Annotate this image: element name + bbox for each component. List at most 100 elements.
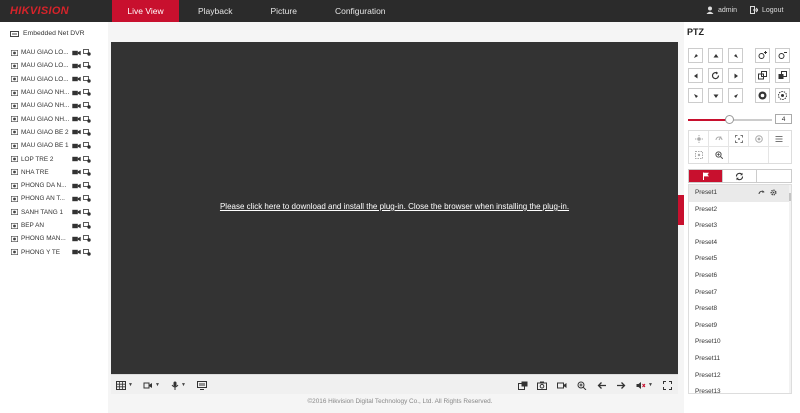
record-icon[interactable]	[72, 156, 81, 162]
zoom-in-button[interactable]	[755, 48, 770, 63]
call-preset-icon[interactable]	[758, 189, 765, 196]
device-node[interactable]: Embedded Net DVR	[10, 30, 85, 37]
ptz-down-left-button[interactable]	[688, 88, 703, 103]
ptz-control-icon[interactable]	[83, 142, 91, 149]
channel-item[interactable]: PHONG MAN...	[11, 232, 91, 245]
record-icon[interactable]	[72, 196, 81, 202]
digital-zoom-button[interactable]	[577, 380, 587, 390]
ptz-control-icon[interactable]	[83, 168, 91, 176]
preset-item[interactable]: Preset11	[689, 351, 791, 368]
logout-button[interactable]: Logout	[750, 6, 783, 14]
ptz-down-button[interactable]	[708, 88, 723, 103]
manual-tracking-button[interactable]	[689, 147, 709, 163]
lens-init-button[interactable]	[749, 131, 769, 147]
ptz-control-icon[interactable]	[83, 182, 91, 189]
stream-type-button[interactable]: ▼	[143, 380, 160, 390]
volume-button[interactable]: ▼	[636, 380, 653, 390]
focus-far-button[interactable]	[775, 68, 790, 83]
ptz-control-icon[interactable]	[83, 129, 91, 136]
channel-item[interactable]: MAU GIAO LO...	[11, 59, 91, 72]
nav-picture[interactable]: Picture	[252, 0, 316, 22]
preset-item[interactable]: Preset9	[689, 318, 791, 335]
ptz-auto-button[interactable]	[708, 68, 723, 83]
ptz-control-icon[interactable]	[83, 89, 91, 96]
gear-icon[interactable]	[770, 189, 777, 196]
plugin-download-link[interactable]: Please click here to download and instal…	[111, 202, 678, 211]
record-icon[interactable]	[72, 223, 81, 229]
record-icon[interactable]	[72, 63, 81, 69]
record-icon[interactable]	[72, 103, 81, 109]
ptz-control-icon[interactable]	[83, 248, 91, 256]
channel-item[interactable]: SANH TANG 1	[11, 206, 91, 219]
preset-scrollbar-thumb[interactable]	[789, 193, 791, 201]
iris-open-button[interactable]	[755, 88, 770, 103]
nav-playback[interactable]: Playback	[179, 0, 252, 22]
channel-item[interactable]: PHONG Y TE	[11, 245, 91, 258]
record-icon[interactable]	[72, 209, 81, 215]
preset-item[interactable]: Preset8	[689, 301, 791, 318]
ptz-speed-slider-handle[interactable]	[725, 115, 734, 124]
preset-item[interactable]: Preset3	[689, 218, 791, 235]
record-icon[interactable]	[72, 143, 81, 149]
preset-item[interactable]: Preset4	[689, 235, 791, 252]
ptz-control-icon[interactable]	[83, 195, 91, 203]
channel-item[interactable]: MAU GIAO NH...	[11, 99, 91, 112]
ptz-control-icon[interactable]	[83, 208, 91, 216]
vca-button[interactable]	[197, 380, 207, 390]
ptz-control-icon[interactable]	[83, 49, 91, 56]
record-icon[interactable]	[72, 236, 81, 242]
audio-button[interactable]: ▼	[171, 380, 186, 390]
channel-item[interactable]: LOP TRE 2	[11, 152, 91, 165]
iris-close-button[interactable]	[775, 88, 790, 103]
channel-item[interactable]: NHA TRE	[11, 166, 91, 179]
ptz-control-icon[interactable]	[83, 75, 91, 83]
window-division-button[interactable]: ▼	[116, 380, 133, 390]
ptz-control-icon[interactable]	[83, 115, 91, 123]
focus-near-button[interactable]	[755, 68, 770, 83]
ptz-control-icon[interactable]	[83, 235, 91, 242]
user-menu[interactable]: admin	[706, 6, 737, 14]
preset-item[interactable]: Preset5	[689, 251, 791, 268]
ptz-up-left-button[interactable]	[688, 48, 703, 63]
channel-item[interactable]: MAU GIAO BE 1	[11, 139, 91, 152]
record-button[interactable]	[557, 380, 567, 390]
nav-live-view[interactable]: Live View	[112, 0, 179, 22]
video-window[interactable]: Please click here to download and instal…	[111, 42, 678, 374]
preset-item[interactable]: Preset7	[689, 285, 791, 302]
record-icon[interactable]	[72, 116, 81, 122]
record-icon[interactable]	[72, 90, 81, 96]
record-icon[interactable]	[72, 169, 81, 175]
channel-item[interactable]: PHONG DA N...	[11, 179, 91, 192]
previous-page-button[interactable]	[597, 380, 607, 390]
ptz-left-button[interactable]	[688, 68, 703, 83]
tab-preset[interactable]	[689, 170, 724, 182]
preset-item[interactable]: Preset12	[689, 368, 791, 385]
preset-item[interactable]: Preset2	[689, 202, 791, 219]
capture-button[interactable]	[537, 380, 547, 390]
channel-item[interactable]: MAU GIAO BE 2	[11, 126, 91, 139]
preset-item[interactable]: Preset10	[689, 334, 791, 351]
channel-item[interactable]: MAU GIAO NH...	[11, 86, 91, 99]
record-icon[interactable]	[72, 50, 81, 56]
channel-item[interactable]: MAU GIAO NH...	[11, 112, 91, 125]
ptz-control-icon[interactable]	[83, 102, 91, 110]
ptz-right-button[interactable]	[728, 68, 743, 83]
light-button[interactable]	[689, 131, 709, 147]
record-icon[interactable]	[72, 249, 81, 255]
ptz-control-icon[interactable]	[83, 155, 91, 163]
ptz-up-button[interactable]	[708, 48, 723, 63]
next-page-button[interactable]	[616, 380, 626, 390]
preset-scrollbar[interactable]	[789, 185, 791, 393]
preset-item[interactable]: Preset6	[689, 268, 791, 285]
wiper-button[interactable]	[709, 131, 729, 147]
record-icon[interactable]	[72, 76, 81, 82]
record-icon[interactable]	[72, 183, 81, 189]
channel-item[interactable]: BEP AN	[11, 219, 91, 232]
record-icon[interactable]	[72, 129, 81, 135]
tab-pattern[interactable]	[757, 170, 791, 182]
channel-item[interactable]: MAU GIAO LO...	[11, 73, 91, 86]
preset-item[interactable]: Preset1	[689, 185, 791, 202]
ptz-up-right-button[interactable]	[728, 48, 743, 63]
ptz-down-right-button[interactable]	[728, 88, 743, 103]
3d-zoom-button[interactable]	[709, 147, 729, 163]
